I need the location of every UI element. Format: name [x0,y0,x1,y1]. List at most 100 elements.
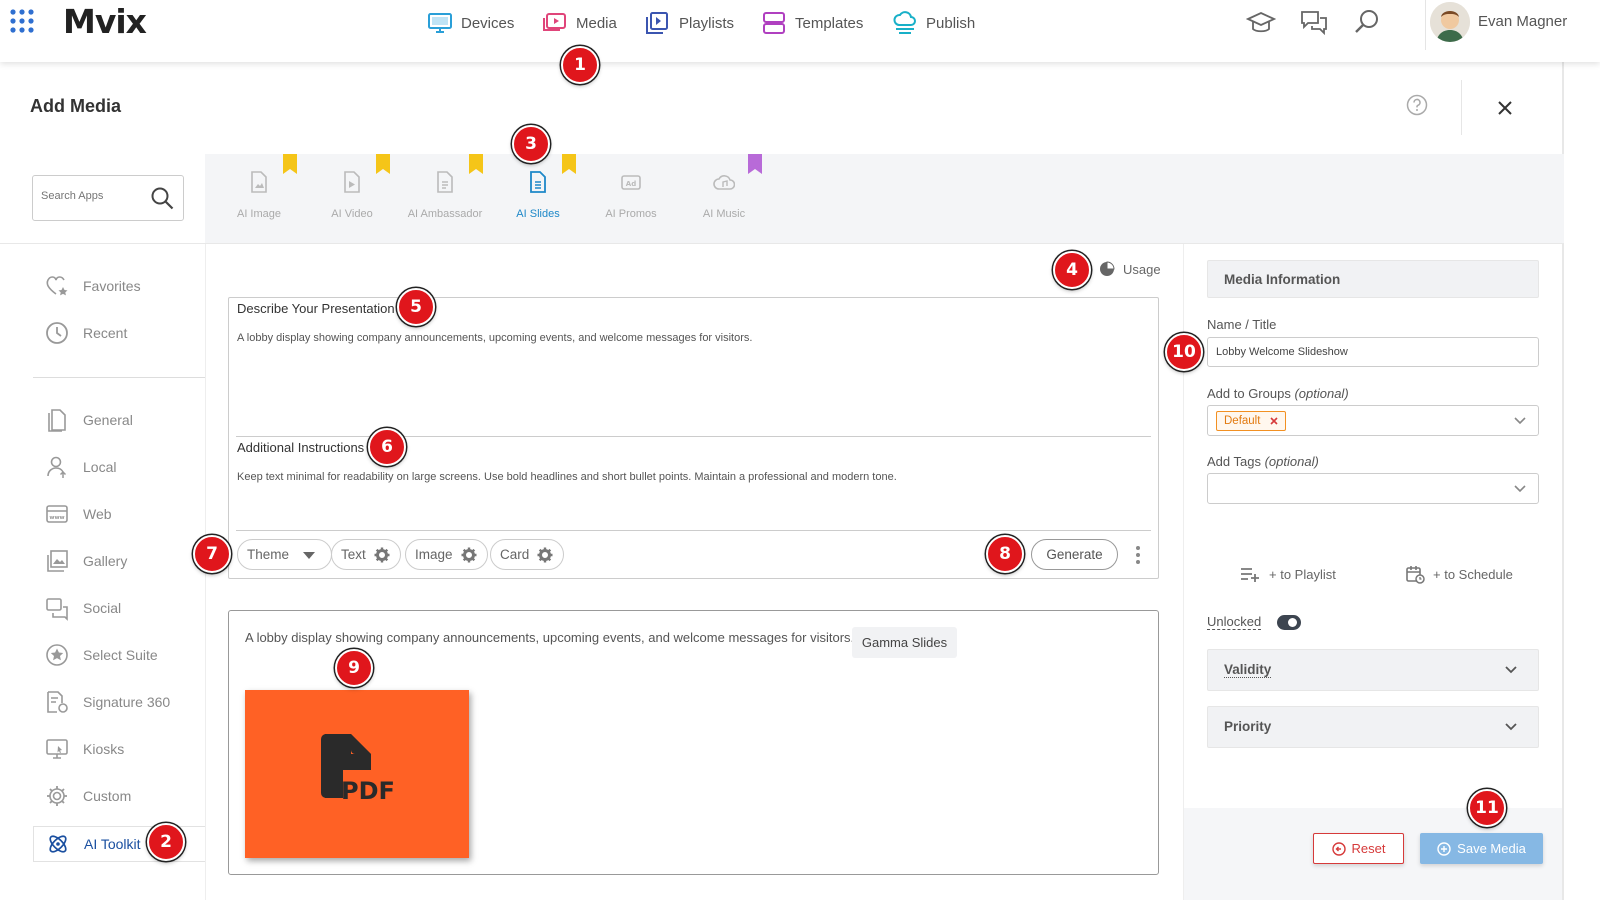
chevron-down-icon [1514,417,1526,425]
reset-button[interactable]: Reset [1313,833,1404,864]
describe-presentation-input[interactable]: A lobby display showing company announce… [237,332,752,344]
priority-accordion[interactable]: Priority [1207,706,1539,748]
validity-label: Validity [1224,662,1272,678]
calendar-add-icon [1406,566,1425,584]
usage-button[interactable]: Usage [1099,261,1161,277]
sidebar-item-label: Web [83,506,112,522]
output-description: A lobby display showing company announce… [245,630,855,645]
pie-chart-icon [1100,261,1115,276]
graduation-cap-icon[interactable] [1246,8,1276,38]
card-settings-chip[interactable]: Card [490,539,565,570]
unlocked-toggle[interactable] [1277,615,1301,630]
sidebar-divider [33,377,205,378]
page-title: Add Media [30,96,122,116]
groups-select[interactable]: Default [1207,405,1539,436]
add-to-schedule-button[interactable]: + to Schedule [1405,564,1513,584]
search-apps-input[interactable] [41,190,141,202]
nav-publish[interactable]: Publish [892,10,975,36]
avatar[interactable] [1430,2,1470,42]
name-title-input[interactable] [1207,337,1539,367]
clock-icon [44,320,70,346]
generate-button[interactable]: Generate [1031,539,1118,570]
source-chip: Gamma Slides [852,627,957,658]
annotation-badge-4: 4 [1053,251,1091,289]
annotation-badge-8: 8 [986,535,1024,573]
ai-music-cloud-icon [713,175,735,190]
tags-optional-text: (optional) [1264,454,1319,469]
validity-accordion[interactable]: Validity [1207,649,1539,691]
media-information-header: Media Information [1207,260,1539,298]
pdf-preview-tile[interactable]: PDF [245,690,469,858]
tab-ai-promos[interactable]: Ad AI Promos [581,170,681,220]
nav-templates[interactable]: Templates [761,10,863,36]
annotation-badge-1: 1 [561,46,599,84]
sidebar-item-label: Favorites [83,278,141,294]
sidebar-item-signature-360[interactable]: Signature 360 [44,687,170,717]
ai-image-file-icon [251,171,267,193]
tab-ai-music[interactable]: AI Music [674,170,774,220]
image-settings-chip[interactable]: Image [405,539,488,570]
help-icon[interactable] [1406,94,1428,116]
bookmark-ribbon-icon [283,154,297,174]
tab-ai-slides[interactable]: AI Slides [488,170,588,220]
app-logo[interactable]: Mvix [63,2,147,41]
groups-label-text: Add to Groups [1207,386,1291,401]
pdf-file-icon: PDF [321,734,395,805]
sidebar-item-social[interactable]: Social [44,593,121,623]
sidebar-item-label: Select Suite [83,647,158,663]
ai-ambassador-file-icon [437,171,453,193]
svg-text:www: www [49,515,64,521]
sidebar-item-select-suite[interactable]: Select Suite [44,640,158,670]
tab-ai-image[interactable]: AI Image [209,170,309,220]
sidebar-item-label: General [83,412,133,428]
search-apps-box[interactable] [32,175,184,221]
user-name[interactable]: Evan Magner [1478,13,1567,30]
sidebar-item-local[interactable]: Local [44,452,116,482]
sidebar-item-custom[interactable]: Custom [44,781,131,811]
tags-select[interactable] [1207,473,1539,504]
sidebar-item-gallery[interactable]: Gallery [44,546,127,576]
nav-media[interactable]: Media [542,10,617,36]
field-divider [236,530,1151,531]
add-to-groups-label: Add to Groups (optional) [1207,386,1349,401]
nav-playlists[interactable]: Playlists [645,10,734,36]
search-icon[interactable] [1352,8,1382,38]
text-settings-chip[interactable]: Text [331,539,401,570]
tags-label-text: Add Tags [1207,454,1261,469]
sidebar-item-label: AI Toolkit [84,836,141,852]
more-options-icon[interactable] [1132,545,1144,565]
search-icon[interactable] [150,186,176,212]
add-to-playlist-button[interactable]: + to Playlist [1239,564,1336,584]
header-separator [1461,80,1462,135]
nav-separator [1425,0,1426,50]
nav-templates-label: Templates [795,14,864,32]
unlocked-label: Unlocked [1207,614,1262,630]
additional-instructions-input[interactable]: Keep text minimal for readability on lar… [237,471,897,483]
bookmark-ribbon-icon [748,154,762,174]
annotation-badge-7: 7 [193,535,231,573]
save-media-label: Save Media [1457,841,1526,856]
apps-grid-icon[interactable] [8,7,38,37]
save-media-button[interactable]: Save Media [1420,833,1543,864]
playlist-add-icon [1241,568,1259,582]
sidebar-item-favorites[interactable]: Favorites [44,271,141,301]
nav-devices[interactable]: Devices [427,10,514,36]
tab-ai-ambassador[interactable]: AI Ambassador [395,170,495,220]
monitor-icon [428,13,452,33]
describe-presentation-label: Describe Your Presentation [237,301,395,316]
sidebar-item-recent[interactable]: Recent [44,318,127,348]
remove-tag-icon[interactable] [1270,417,1279,425]
chat-icon[interactable] [1299,8,1329,38]
card-label: Card [500,547,530,562]
sidebar-item-general[interactable]: General [44,405,133,435]
sidebar-item-web[interactable]: www Web [44,499,112,529]
gear-icon [44,783,70,809]
groups-optional-text: (optional) [1294,386,1349,401]
theme-dropdown[interactable]: Theme [237,539,333,570]
tab-ai-music-label: AI Music [702,208,746,220]
bookmark-ribbon-icon [562,154,576,174]
close-icon[interactable] [1494,97,1516,119]
tab-ai-video[interactable]: AI Video [302,170,402,220]
sidebar-item-label: Social [83,600,122,616]
sidebar-item-kiosks[interactable]: Kiosks [44,734,124,764]
